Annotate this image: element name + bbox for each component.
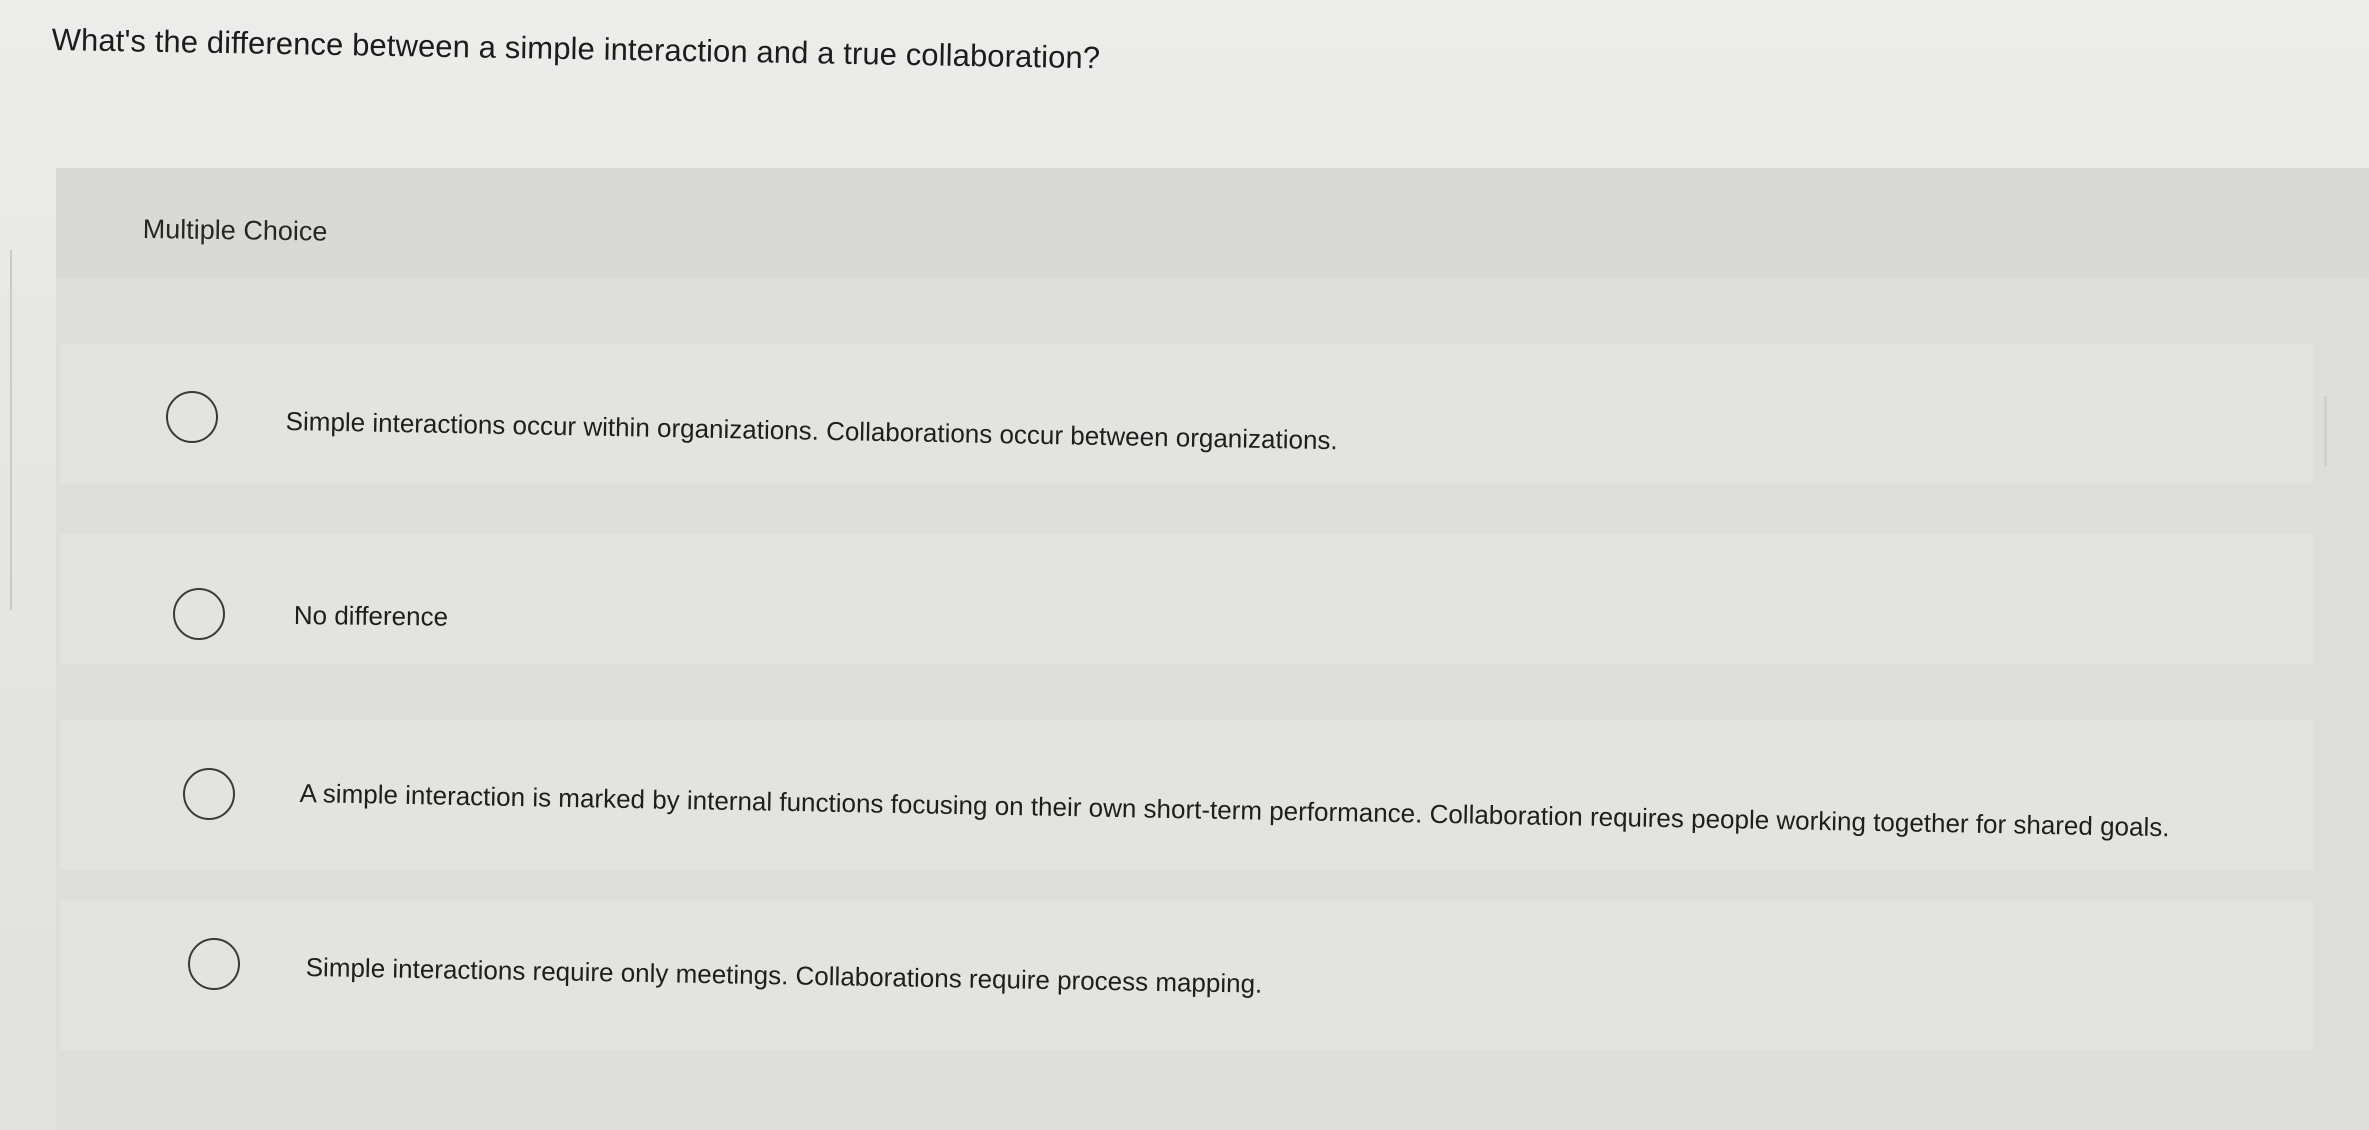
radio-unchecked-icon[interactable] <box>183 768 235 820</box>
answer-option-label: Simple interactions occur within organiz… <box>285 406 1338 456</box>
question-type-label: Multiple Choice <box>142 214 328 247</box>
radio-unchecked-icon[interactable] <box>188 938 240 990</box>
answer-option-label: No difference <box>293 600 449 632</box>
answer-option-3[interactable]: A simple interaction is marked by intern… <box>60 720 2313 870</box>
answer-option-label: A simple interaction is marked by intern… <box>299 778 2170 843</box>
panel-scroll-marker <box>2324 396 2327 466</box>
left-edge-divider <box>0 250 12 610</box>
answer-option-1[interactable]: Simple interactions occur within organiz… <box>60 344 2313 484</box>
answer-option-4[interactable]: Simple interactions require only meeting… <box>60 900 2313 1050</box>
answer-option-2[interactable]: No difference <box>60 534 2313 664</box>
answer-option-label: Simple interactions require only meeting… <box>305 952 1263 999</box>
radio-unchecked-icon[interactable] <box>166 391 218 443</box>
question-text: What's the difference between a simple i… <box>51 22 1101 76</box>
panel-header: Multiple Choice <box>56 168 2369 278</box>
radio-unchecked-icon[interactable] <box>173 588 225 640</box>
quiz-page: What's the difference between a simple i… <box>0 0 2369 1130</box>
